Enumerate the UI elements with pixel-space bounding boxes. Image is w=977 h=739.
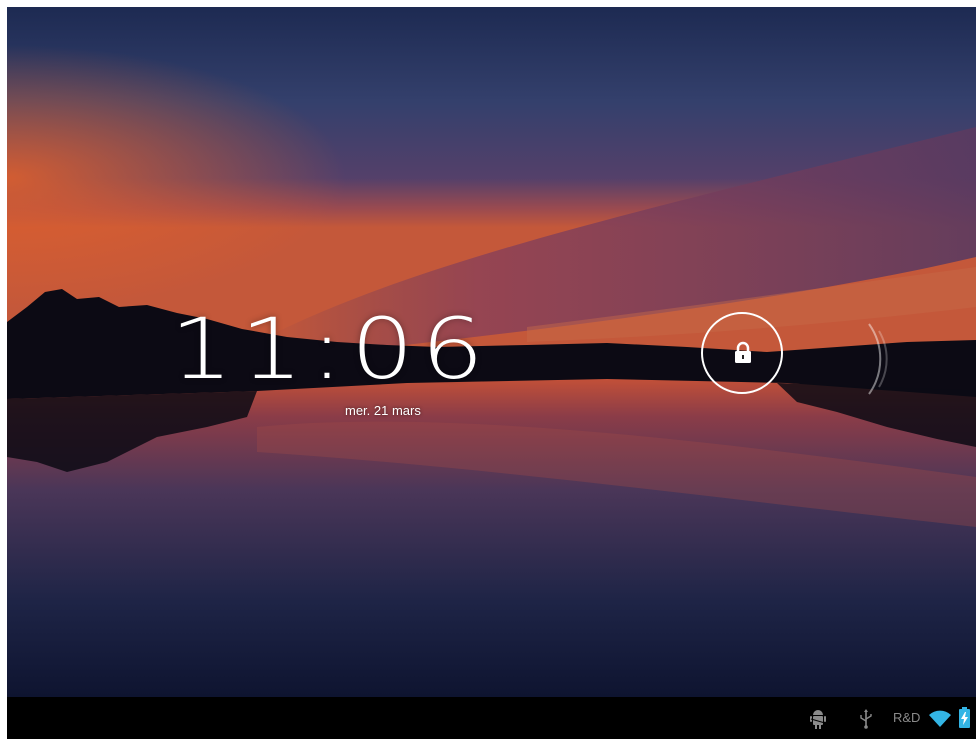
unlock-target-arcs	[868, 323, 888, 395]
lockscreen-clock: 11:06	[170, 300, 492, 398]
tablet-screen: 11:06 mer. 21 mars R&D	[7, 7, 976, 739]
unlock-handle[interactable]	[701, 312, 783, 394]
lockscreen-date: mer. 21 mars	[345, 403, 421, 418]
usb-icon[interactable]	[859, 709, 873, 729]
wifi-icon[interactable]	[929, 710, 951, 727]
system-status-bar: R&D	[7, 697, 976, 739]
battery-charging-icon[interactable]	[959, 707, 970, 728]
sunset-lake-wallpaper	[7, 7, 976, 697]
lock-icon	[735, 341, 751, 363]
carrier-label: R&D	[893, 710, 921, 725]
android-debug-icon[interactable]	[809, 709, 827, 729]
